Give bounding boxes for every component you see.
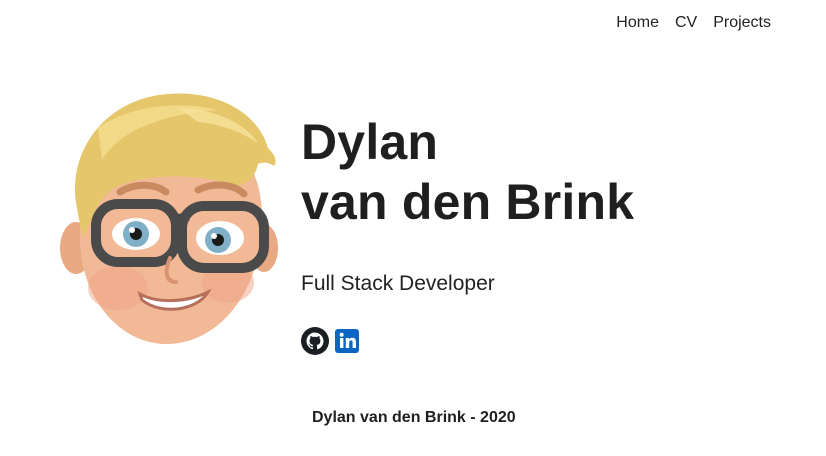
page-title: Dylan van den Brink: [301, 112, 634, 232]
hero: Dylan van den Brink Full Stack Developer: [301, 112, 634, 296]
nav-cv-link[interactable]: CV: [675, 14, 697, 32]
top-nav: Home CV Projects: [616, 14, 771, 32]
social-links: [301, 327, 361, 355]
github-icon[interactable]: [301, 327, 329, 355]
avatar-memoji: [60, 93, 278, 345]
page: Home CV Projects Dylan van den Brink Ful…: [0, 0, 826, 456]
nav-home-link[interactable]: Home: [616, 14, 659, 32]
nav-projects-link[interactable]: Projects: [713, 14, 771, 32]
footer-copyright: Dylan van den Brink - 2020: [312, 409, 516, 426]
name-line-1: Dylan: [301, 114, 439, 170]
name-line-2: van den Brink: [301, 174, 635, 230]
linkedin-icon[interactable]: [333, 327, 361, 355]
job-title: Full Stack Developer: [301, 272, 495, 295]
